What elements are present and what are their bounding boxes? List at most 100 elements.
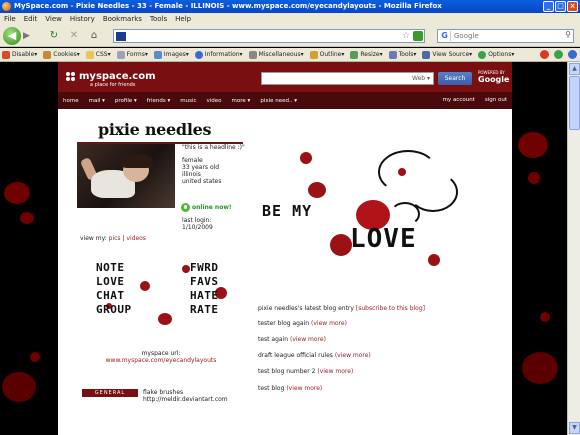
powered-by-google: POWERED BY Google bbox=[478, 70, 510, 84]
menu-help[interactable]: Help bbox=[175, 15, 191, 23]
scrollbar-thumb[interactable] bbox=[569, 76, 580, 130]
nav-sign-out[interactable]: sign out bbox=[485, 97, 507, 103]
css-icon bbox=[85, 50, 94, 59]
profile-age: 33 years old bbox=[182, 164, 220, 171]
menu-history[interactable]: History bbox=[70, 15, 95, 23]
menu-bar: File Edit View History Bookmarks Tools H… bbox=[0, 13, 580, 25]
toolbar-outline[interactable]: Outline▾ bbox=[309, 50, 344, 59]
toolbar-cookies[interactable]: Cookies▾ bbox=[43, 50, 80, 59]
toolbar-forms[interactable]: Forms▾ bbox=[116, 50, 148, 59]
search-scope-select[interactable]: Web ▾ bbox=[412, 75, 430, 82]
search-box[interactable]: G ⚲ bbox=[437, 29, 574, 43]
options-icon bbox=[478, 50, 487, 59]
blog-heading-row: pixie needles's latest blog entry [subsc… bbox=[258, 305, 425, 312]
general-content: flake brushes http://meldir.deviantart.c… bbox=[143, 389, 228, 403]
toolbar-tools[interactable]: Tools▾ bbox=[388, 50, 416, 59]
nav-pixie-needles[interactable]: pixie need.. ▾ bbox=[260, 98, 297, 104]
toolbar-images[interactable]: Images▾ bbox=[153, 50, 189, 59]
navigation-toolbar: ◀ ▶ ↻ ✕ ⌂ ☆ G ⚲ bbox=[0, 25, 580, 47]
resize-icon bbox=[350, 50, 359, 59]
myspace-people-icon bbox=[66, 72, 76, 82]
toolbar-miscellaneous[interactable]: Miscellaneous▾ bbox=[248, 50, 304, 59]
vertical-scrollbar[interactable]: ▲ ▼ bbox=[567, 62, 580, 435]
videos-link[interactable]: videos bbox=[126, 235, 146, 242]
view-more-link[interactable]: (view more) bbox=[317, 368, 353, 375]
background-splatter bbox=[4, 182, 30, 204]
background-splatter bbox=[30, 352, 40, 362]
view-more-link[interactable]: (view more) bbox=[286, 385, 322, 392]
menu-file[interactable]: File bbox=[4, 15, 16, 23]
menu-bookmarks[interactable]: Bookmarks bbox=[103, 15, 142, 23]
myspace-header: myspace.com a place for friends Web ▾ Se… bbox=[58, 62, 512, 92]
background-splatter bbox=[20, 212, 34, 224]
info-status-icon[interactable] bbox=[568, 50, 577, 59]
home-icon[interactable]: ⌂ bbox=[87, 30, 101, 42]
toolbar-resize[interactable]: Resize▾ bbox=[350, 50, 383, 59]
close-button[interactable]: × bbox=[567, 1, 578, 12]
bookmark-star-icon[interactable]: ☆ bbox=[402, 30, 410, 42]
blog-heading: pixie needles's latest blog entry bbox=[258, 305, 354, 312]
profile-info: "this is a headline :)" female 33 years … bbox=[182, 144, 252, 185]
nav-my-account[interactable]: my account bbox=[443, 97, 475, 103]
disable-icon bbox=[2, 50, 10, 59]
toolbar-information[interactable]: Information▾ bbox=[194, 50, 243, 59]
nav-video[interactable]: video bbox=[207, 98, 222, 104]
toolbar-options[interactable]: Options▾ bbox=[478, 50, 514, 59]
google-icon[interactable]: G bbox=[439, 31, 451, 41]
myspace-url-link[interactable]: www.myspace.com/eyecandylayouts bbox=[58, 357, 264, 364]
stop-icon[interactable]: ✕ bbox=[67, 30, 81, 42]
view-more-link[interactable]: (view more) bbox=[290, 336, 326, 343]
nav-profile[interactable]: profile ▾ bbox=[115, 98, 137, 104]
window-title: MySpace.com - Pixie Needles - 33 - Femal… bbox=[14, 2, 442, 10]
valid-icon[interactable] bbox=[554, 50, 563, 59]
view-more-link[interactable]: (view more) bbox=[335, 352, 371, 359]
view-more-link[interactable]: (view more) bbox=[311, 320, 347, 327]
scroll-up-icon[interactable]: ▲ bbox=[569, 63, 580, 75]
nav-home[interactable]: home bbox=[63, 98, 79, 104]
myspace-nav: home mail ▾ profile ▾ friends ▾ music vi… bbox=[58, 92, 512, 109]
back-button[interactable]: ◀ bbox=[3, 27, 21, 45]
go-button[interactable] bbox=[413, 31, 423, 41]
search-icon[interactable]: ⚲ bbox=[565, 30, 571, 39]
toolbar-view-source[interactable]: View Source▾ bbox=[422, 50, 472, 59]
background-splatter bbox=[2, 372, 36, 402]
search-input[interactable] bbox=[454, 31, 554, 41]
toolbar-css[interactable]: CSS▾ bbox=[85, 50, 111, 59]
scroll-down-icon[interactable]: ▼ bbox=[569, 422, 580, 434]
miscellaneous-icon bbox=[248, 50, 257, 59]
nav-mail[interactable]: mail ▾ bbox=[89, 98, 105, 104]
maximize-button[interactable]: □ bbox=[555, 1, 566, 12]
outline-icon bbox=[309, 50, 318, 59]
menu-tools[interactable]: Tools bbox=[150, 15, 167, 23]
pics-link[interactable]: pics bbox=[109, 235, 121, 242]
reload-icon[interactable]: ↻ bbox=[47, 30, 61, 42]
add-friend-link[interactable]: LOVE bbox=[96, 275, 125, 288]
nav-music[interactable]: music bbox=[180, 98, 196, 104]
url-bar[interactable]: ☆ bbox=[113, 29, 425, 43]
forward-button[interactable]: ▶ bbox=[23, 30, 35, 42]
rank-user-link[interactable]: RATE bbox=[190, 303, 219, 316]
block-user-link[interactable]: HATE bbox=[190, 289, 219, 302]
toolbar-status-icons bbox=[540, 50, 577, 59]
instant-message-link[interactable]: CHAT bbox=[96, 289, 125, 302]
site-favicon-icon bbox=[116, 32, 126, 41]
menu-edit[interactable]: Edit bbox=[24, 15, 38, 23]
myspace-search-button[interactable]: Search bbox=[438, 72, 472, 85]
subscribe-link[interactable]: [subscribe to this blog] bbox=[356, 305, 425, 312]
background-splatter bbox=[528, 172, 540, 184]
profile-photo[interactable] bbox=[77, 144, 175, 208]
nav-friends[interactable]: friends ▾ bbox=[147, 98, 170, 104]
nav-more[interactable]: more ▾ bbox=[232, 98, 251, 104]
forward-to-friend-link[interactable]: FWRD bbox=[190, 261, 219, 274]
menu-view[interactable]: View bbox=[45, 15, 62, 23]
minimize-button[interactable]: _ bbox=[543, 1, 554, 12]
add-to-favorites-link[interactable]: FAVS bbox=[190, 275, 219, 288]
firefox-icon bbox=[2, 2, 11, 11]
myspace-search-input[interactable]: Web ▾ bbox=[261, 72, 434, 85]
profile-country: united states bbox=[182, 178, 222, 185]
error-icon[interactable] bbox=[540, 50, 549, 59]
be-my-text: BE MY bbox=[262, 202, 313, 220]
toolbar-disable[interactable]: Disable▾ bbox=[2, 50, 37, 59]
send-message-link[interactable]: NOTE bbox=[96, 261, 125, 274]
add-to-group-link[interactable]: GROUP bbox=[96, 303, 132, 316]
